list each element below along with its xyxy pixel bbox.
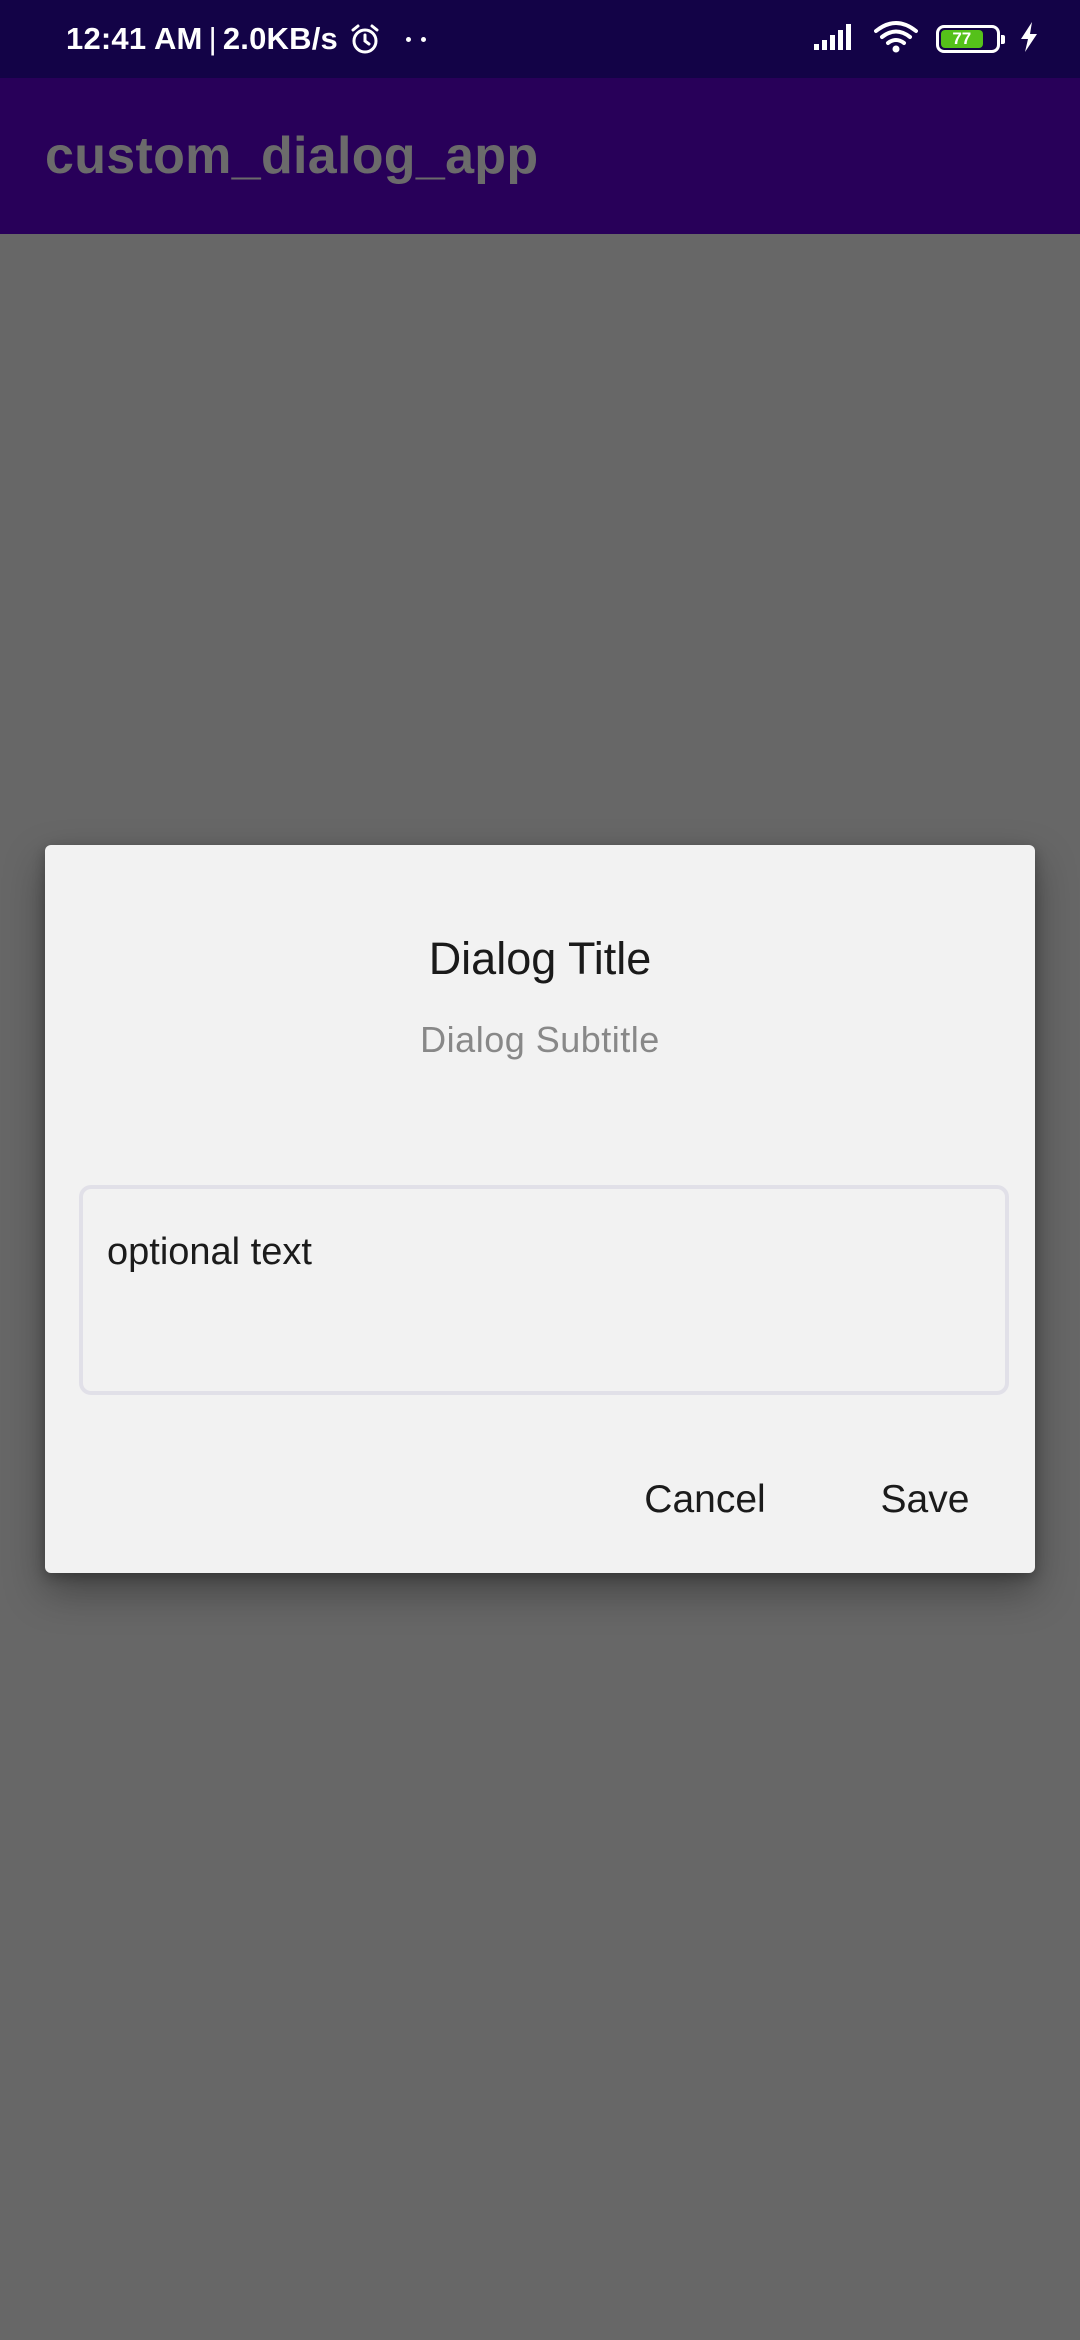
status-bar: 12:41 AM | 2.0KB/s 77 bbox=[0, 0, 1080, 78]
status-separator: | bbox=[208, 21, 217, 56]
notification-dots-icon bbox=[405, 36, 426, 42]
app-title: custom_dialog_app bbox=[45, 127, 539, 185]
dialog-title: Dialog Title bbox=[428, 933, 652, 984]
status-time: 12:41 AM bbox=[66, 21, 203, 56]
optional-text-field[interactable]: optional text bbox=[79, 1185, 1009, 1395]
battery-level: 77 bbox=[941, 29, 983, 48]
battery-icon: 77 bbox=[936, 25, 1005, 53]
wifi-icon bbox=[874, 20, 918, 59]
dialog-actions: Cancel Save bbox=[45, 1465, 1035, 1535]
network-speed: 2.0KB/s bbox=[222, 21, 338, 56]
custom-dialog: Dialog Title Dialog Subtitle optional te… bbox=[45, 845, 1035, 1573]
status-left: 12:41 AM | 2.0KB/s bbox=[66, 21, 426, 57]
alarm-icon bbox=[348, 22, 382, 56]
status-right: 77 bbox=[812, 20, 1040, 59]
save-button[interactable]: Save bbox=[825, 1465, 1025, 1535]
charging-icon bbox=[1018, 21, 1040, 58]
dialog-subtitle: Dialog Subtitle bbox=[420, 1019, 660, 1060]
app-bar: custom_dialog_app bbox=[0, 78, 1080, 234]
cancel-button[interactable]: Cancel bbox=[585, 1465, 825, 1535]
signal-icon bbox=[812, 22, 856, 57]
